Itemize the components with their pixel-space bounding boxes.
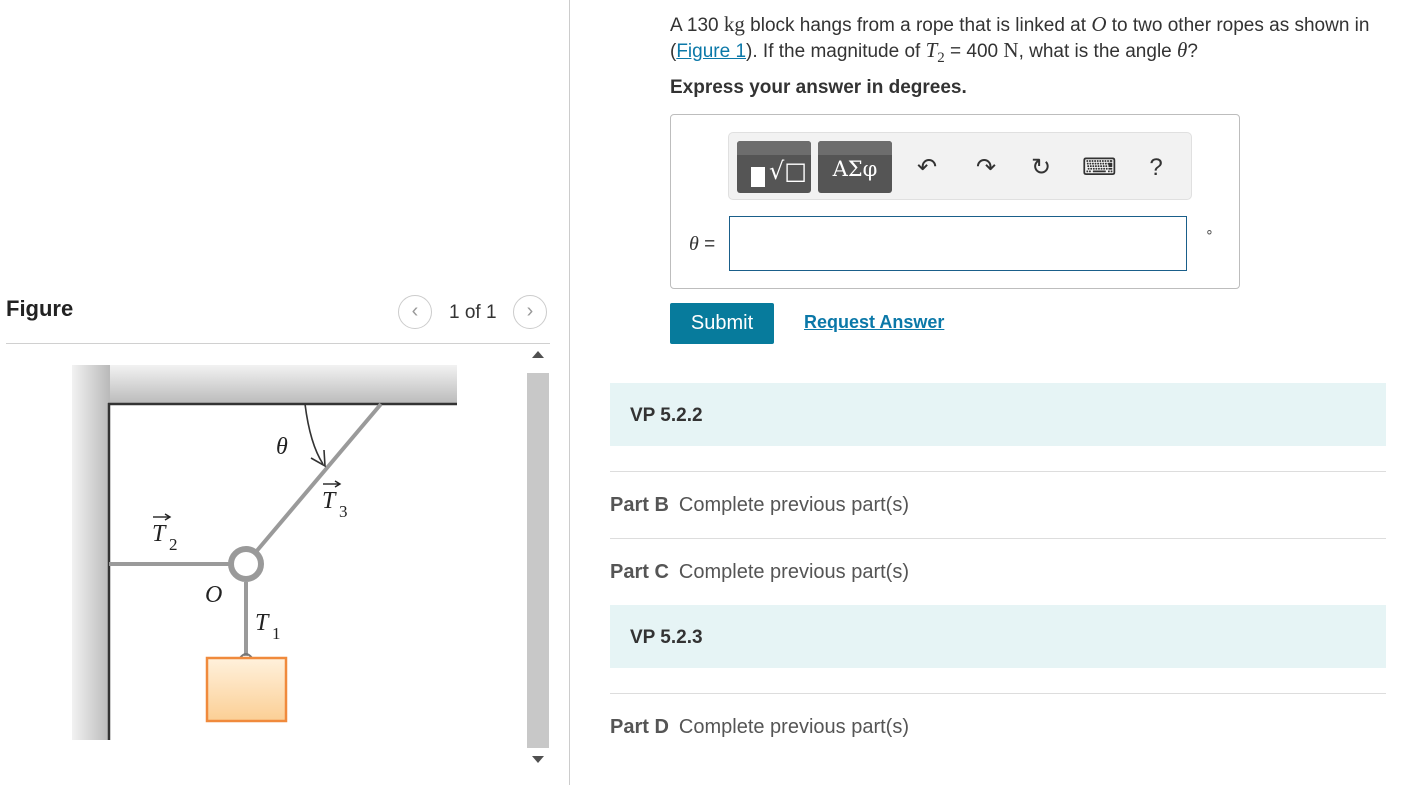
part-row[interactable]: Part B Complete previous part(s) <box>610 494 909 517</box>
answer-box: √□ ΑΣφ ↶ ↷ ↻ ⌨ ? θ = ∘ <box>670 114 1240 289</box>
t2-label: T 2 <box>152 513 178 554</box>
section-header: VP 5.2.2 <box>610 383 1386 446</box>
help-button[interactable]: ? <box>1141 153 1171 183</box>
wall <box>72 365 110 740</box>
chevron-right-icon: › <box>526 300 534 322</box>
question-text: A 130 kg block hangs from a rope that is… <box>670 12 1370 66</box>
theta-label: θ <box>276 434 288 460</box>
svg-text:T: T <box>322 488 337 514</box>
rope-t3 <box>253 402 383 555</box>
scroll-down-arrow-icon[interactable] <box>532 756 544 763</box>
templates-button[interactable]: √□ <box>737 141 811 193</box>
instruction-text: Express your answer in degrees. <box>670 77 967 98</box>
figure-prev-button[interactable]: ‹ <box>398 295 432 329</box>
ring-o <box>228 546 264 582</box>
degree-unit-label: ∘ <box>1205 223 1214 239</box>
svg-text:2: 2 <box>169 535 178 554</box>
scroll-thumb[interactable] <box>527 373 549 748</box>
reset-icon[interactable]: ↻ <box>1026 153 1056 183</box>
undo-icon[interactable]: ↶ <box>912 153 942 183</box>
t1-label: T 1 <box>255 610 281 643</box>
scroll-up-arrow-icon[interactable] <box>532 351 544 358</box>
ceiling <box>72 365 457 405</box>
part-divider <box>610 693 1386 694</box>
figure-counter: 1 of 1 <box>449 302 497 323</box>
request-answer-link[interactable]: Request Answer <box>804 312 944 333</box>
panel-divider <box>569 0 570 785</box>
t3-label: T 3 <box>322 480 348 521</box>
figure-scrollbar[interactable] <box>527 347 549 772</box>
templates-icon <box>751 167 765 187</box>
svg-text:T: T <box>152 521 167 547</box>
svg-text:1: 1 <box>272 624 281 643</box>
svg-text:3: 3 <box>339 502 348 521</box>
figure-title: Figure <box>6 296 74 321</box>
figure-diagram: θ T 3 T 2 O T 1 <box>72 365 457 740</box>
part-divider <box>610 538 1386 539</box>
part-divider <box>610 471 1386 472</box>
figure-next-button[interactable]: › <box>513 295 547 329</box>
part-row[interactable]: Part D Complete previous part(s) <box>610 716 909 739</box>
section-header: VP 5.2.3 <box>610 605 1386 668</box>
page-root: Figure ‹ 1 of 1 › θ T 3 T 2 O T 1 A 130 … <box>0 0 1404 805</box>
svg-text:T: T <box>255 610 270 636</box>
part-row[interactable]: Part C Complete previous part(s) <box>610 561 909 584</box>
origin-label: O <box>205 582 222 608</box>
angle-arc <box>304 403 324 465</box>
math-toolbar: √□ ΑΣφ ↶ ↷ ↻ ⌨ ? <box>728 132 1192 200</box>
symbols-button[interactable]: ΑΣφ <box>818 141 892 193</box>
keyboard-icon[interactable]: ⌨ <box>1082 153 1117 183</box>
figure-divider <box>6 343 550 344</box>
answer-variable-label: θ = <box>689 233 716 255</box>
answer-input[interactable] <box>729 216 1187 271</box>
figure-link[interactable]: Figure 1 <box>676 41 746 62</box>
chevron-left-icon: ‹ <box>411 300 419 322</box>
redo-icon[interactable]: ↷ <box>971 153 1001 183</box>
hanging-block <box>205 656 288 723</box>
submit-button[interactable]: Submit <box>670 303 774 344</box>
